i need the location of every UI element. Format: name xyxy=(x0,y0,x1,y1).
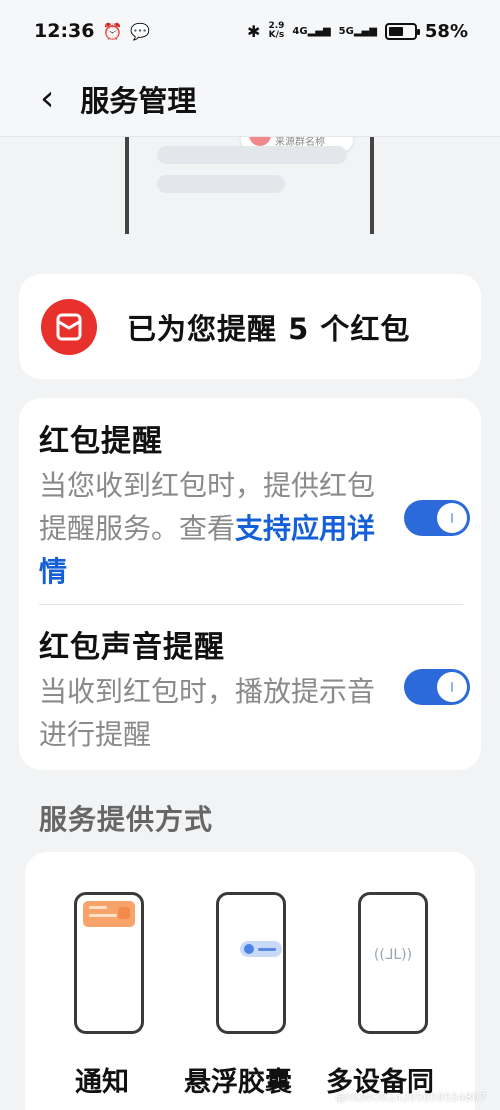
setting-title: 红包声音提醒 xyxy=(39,630,225,665)
toggle-knob xyxy=(437,503,467,533)
toggle-knob xyxy=(437,672,467,702)
preview-placeholder-line xyxy=(157,175,285,193)
redpacket-reminder-toggle[interactable] xyxy=(404,500,470,536)
preview-placeholder-line xyxy=(157,146,347,164)
signal-5g-label: 5G xyxy=(338,25,354,37)
setting-redpacket-sound[interactable]: 红包声音提醒 当收到红包时，播放提示音进行提醒 xyxy=(39,622,470,756)
service-methods-card: 通知 悬浮胶囊 ((ᒧᒪ)) 多设备同 xyxy=(25,852,475,1110)
method-notification-option[interactable] xyxy=(74,892,144,1034)
page-title: 服务管理 xyxy=(80,84,197,118)
redpacket-sound-toggle[interactable] xyxy=(404,669,470,705)
battery-icon xyxy=(384,22,420,40)
page-header: ‹ 服务管理 xyxy=(0,62,500,137)
signal-4g-label: 4G xyxy=(292,25,308,37)
divider xyxy=(39,604,463,605)
battery-percent: 58% xyxy=(424,20,468,42)
wechat-icon: 💬 xyxy=(130,21,151,41)
method-multi-device-option[interactable]: ((ᒧᒪ)) xyxy=(358,892,428,1034)
signal-4g-icon: 4G▂▄▆ xyxy=(292,25,331,37)
battery-fill xyxy=(388,26,403,36)
bluetooth-icon: ✱ xyxy=(247,21,261,41)
net-speed-unit: K/s xyxy=(268,30,285,40)
redpacket-summary-card: 已为您提醒 5 个红包 xyxy=(19,274,481,379)
back-arrow-icon[interactable]: ‹ xyxy=(40,81,54,117)
settings-card: 红包提醒 当您收到红包时，提供红包提醒服务。查看支持应用详情 红包声音提醒 当收… xyxy=(19,398,481,770)
method-label: 悬浮胶囊 xyxy=(184,1067,292,1098)
signal-5g-icon: 5G▂▄▆ xyxy=(338,25,377,37)
setting-redpacket-reminder[interactable]: 红包提醒 当您收到红包时，提供红包提醒服务。查看支持应用详情 xyxy=(39,416,470,593)
method-floating-capsule-option[interactable] xyxy=(216,892,286,1034)
notification-preview-icon xyxy=(83,901,135,927)
net-speed: 2.9 K/s xyxy=(268,22,284,40)
setting-title: 红包提醒 xyxy=(39,424,163,459)
section-title: 服务提供方式 xyxy=(39,803,214,836)
red-packet-icon xyxy=(41,298,97,355)
redpacket-count-text: 已为您提醒 5 个红包 xyxy=(127,311,411,346)
watermark: @HONOR24205059554807 xyxy=(335,1091,486,1104)
status-bar: 12:36 ⏰ 💬 ✱ 2.9 K/s 4G▂▄▆ 5G▂▄▆ 58% xyxy=(0,0,500,62)
setting-description: 当您收到红包时，提供红包提醒服务。查看支持应用详情 xyxy=(39,464,387,593)
floating-capsule-preview-icon xyxy=(240,941,282,957)
status-time: 12:36 xyxy=(34,20,95,42)
earbuds-preview-icon: ((ᒧᒪ)) xyxy=(373,947,413,963)
setting-description: 当收到红包时，播放提示音进行提醒 xyxy=(39,675,376,751)
alarm-icon: ⏰ xyxy=(102,21,123,41)
method-label: 通知 xyxy=(75,1067,129,1098)
